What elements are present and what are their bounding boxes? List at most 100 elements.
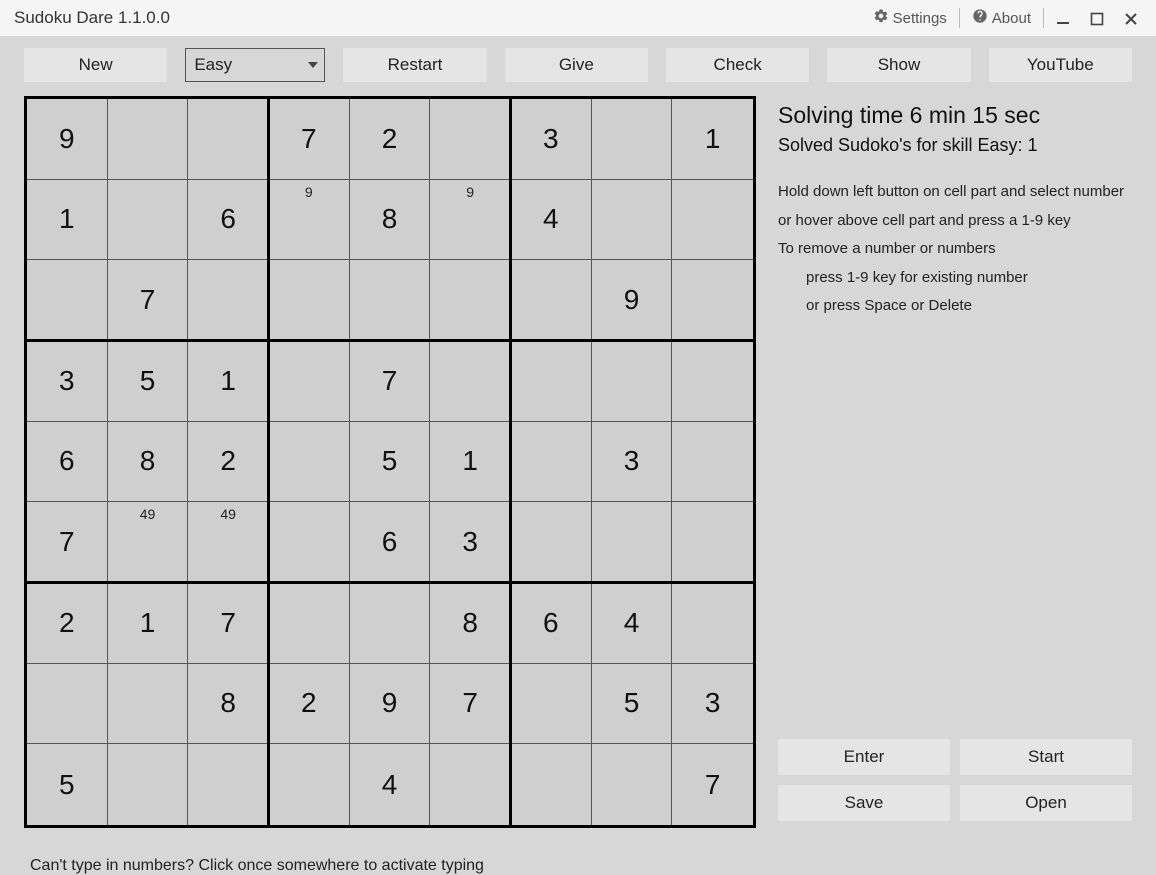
sudoku-cell[interactable]: 4 [511,180,592,261]
sudoku-cell[interactable]: 2 [27,583,108,664]
sudoku-cell[interactable]: 8 [108,422,189,503]
sudoku-cell[interactable]: 2 [188,422,269,503]
give-button[interactable]: Give [505,48,648,82]
sudoku-cell[interactable]: 3 [430,502,511,583]
new-button[interactable]: New [24,48,167,82]
cell-value: 8 [140,445,156,477]
sudoku-cell[interactable] [269,583,350,664]
sudoku-cell[interactable] [511,744,592,825]
sudoku-cell[interactable] [108,99,189,180]
sudoku-cell[interactable] [430,341,511,422]
sudoku-cell[interactable]: 4 [350,744,431,825]
footer-hint: Can't type in numbers? Click once somewh… [24,851,1132,875]
sudoku-cell[interactable]: 1 [108,583,189,664]
open-button[interactable]: Open [960,785,1132,821]
sudoku-cell[interactable] [511,341,592,422]
sudoku-cell[interactable]: 49 [108,502,189,583]
sudoku-cell[interactable]: 5 [27,744,108,825]
sudoku-cell[interactable]: 2 [269,664,350,745]
sudoku-cell[interactable] [430,260,511,341]
sudoku-cell[interactable] [511,260,592,341]
sudoku-cell[interactable]: 3 [672,664,753,745]
sudoku-cell[interactable]: 9 [350,664,431,745]
sudoku-cell[interactable] [188,260,269,341]
sudoku-cell[interactable] [269,744,350,825]
sudoku-cell[interactable]: 7 [430,664,511,745]
sudoku-cell[interactable]: 7 [27,502,108,583]
check-button[interactable]: Check [666,48,809,82]
sudoku-cell[interactable] [672,583,753,664]
sudoku-cell[interactable]: 1 [27,180,108,261]
sudoku-cell[interactable] [592,180,673,261]
sudoku-cell[interactable] [430,99,511,180]
sudoku-cell[interactable] [592,744,673,825]
sudoku-cell[interactable] [592,341,673,422]
sudoku-cell[interactable] [511,422,592,503]
sudoku-cell[interactable] [592,502,673,583]
enter-button[interactable]: Enter [778,739,950,775]
sudoku-cell[interactable] [511,502,592,583]
save-button[interactable]: Save [778,785,950,821]
sudoku-cell[interactable] [27,664,108,745]
sudoku-cell[interactable] [108,664,189,745]
youtube-button[interactable]: YouTube [989,48,1132,82]
sudoku-cell[interactable]: 3 [27,341,108,422]
minimize-button[interactable] [1046,10,1080,27]
close-button[interactable] [1114,10,1148,27]
sudoku-cell[interactable]: 6 [188,180,269,261]
sudoku-cell[interactable]: 9 [592,260,673,341]
settings-button[interactable]: Settings [863,0,957,36]
sudoku-cell[interactable]: 1 [188,341,269,422]
sudoku-cell[interactable]: 8 [188,664,269,745]
difficulty-select[interactable]: Easy [185,48,325,82]
sudoku-cell[interactable]: 5 [350,422,431,503]
sudoku-cell[interactable] [269,502,350,583]
sudoku-cell[interactable] [511,664,592,745]
sudoku-board[interactable]: 9723116989479351768251374949632178648297… [24,96,756,828]
sudoku-cell[interactable]: 7 [269,99,350,180]
sudoku-cell[interactable] [672,502,753,583]
sudoku-cell[interactable]: 5 [592,664,673,745]
sudoku-cell[interactable]: 6 [350,502,431,583]
about-button[interactable]: About [962,0,1041,36]
sudoku-cell[interactable]: 7 [188,583,269,664]
sudoku-cell[interactable]: 7 [350,341,431,422]
sudoku-cell[interactable] [27,260,108,341]
sudoku-cell[interactable]: 2 [350,99,431,180]
sudoku-cell[interactable]: 49 [188,502,269,583]
sudoku-cell[interactable]: 9 [269,180,350,261]
sudoku-cell[interactable] [269,341,350,422]
sudoku-cell[interactable] [672,260,753,341]
sudoku-cell[interactable] [269,260,350,341]
sudoku-cell[interactable] [108,180,189,261]
sudoku-cell[interactable]: 5 [108,341,189,422]
sudoku-cell[interactable] [269,422,350,503]
sudoku-cell[interactable] [672,422,753,503]
sudoku-cell[interactable]: 1 [672,99,753,180]
start-button[interactable]: Start [960,739,1132,775]
sudoku-cell[interactable] [592,99,673,180]
sudoku-cell[interactable]: 8 [430,583,511,664]
sudoku-cell[interactable] [430,744,511,825]
sudoku-cell[interactable] [188,99,269,180]
sudoku-cell[interactable]: 1 [430,422,511,503]
sudoku-cell[interactable]: 7 [108,260,189,341]
sudoku-cell[interactable]: 6 [27,422,108,503]
sudoku-cell[interactable]: 6 [511,583,592,664]
sudoku-cell[interactable]: 3 [592,422,673,503]
show-button[interactable]: Show [827,48,970,82]
sudoku-cell[interactable]: 4 [592,583,673,664]
sudoku-cell[interactable] [188,744,269,825]
sudoku-cell[interactable]: 3 [511,99,592,180]
sudoku-cell[interactable]: 9 [27,99,108,180]
sudoku-cell[interactable] [350,260,431,341]
maximize-button[interactable] [1080,10,1114,27]
sudoku-cell[interactable]: 7 [672,744,753,825]
sudoku-cell[interactable]: 8 [350,180,431,261]
sudoku-cell[interactable] [672,341,753,422]
sudoku-cell[interactable] [672,180,753,261]
sudoku-cell[interactable]: 9 [430,180,511,261]
sudoku-cell[interactable] [350,583,431,664]
sudoku-cell[interactable] [108,744,189,825]
restart-button[interactable]: Restart [343,48,486,82]
